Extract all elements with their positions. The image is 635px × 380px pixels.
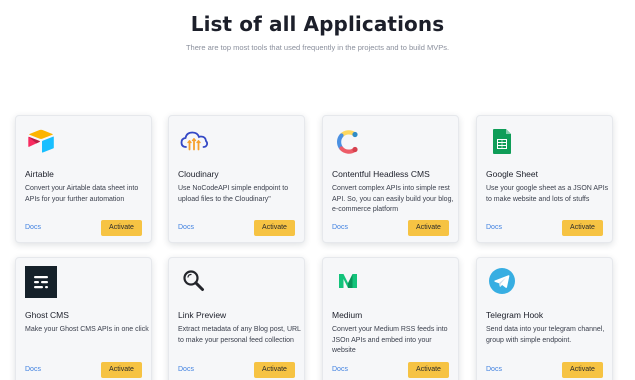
activate-button[interactable]: Activate (562, 362, 603, 378)
app-title: Contentful Headless CMS (332, 169, 430, 179)
app-card-cloudinary: Cloudinary Use NoCodeAPI simple endpoint… (168, 115, 305, 243)
activate-button[interactable]: Activate (101, 362, 142, 378)
app-description: Convert your Medium RSS feeds into JSOn … (332, 326, 448, 354)
app-card-telegram-hook: Telegram Hook Send data into your telegr… (476, 257, 613, 380)
app-description: Extract metadata of any Blog post, URL t… (178, 326, 301, 344)
telegram-icon (487, 266, 517, 296)
app-description: Use NoCodeAPI simple endpoint to upload … (178, 185, 289, 203)
docs-link[interactable]: Docs (486, 366, 502, 373)
app-card-link-preview: Link Preview Extract metadata of any Blo… (168, 257, 305, 380)
app-description: Make your Ghost CMS APIs in one click (25, 326, 149, 333)
app-title: Airtable (25, 169, 54, 179)
app-title: Ghost CMS (25, 310, 69, 320)
app-title: Google Sheet (486, 169, 538, 179)
docs-link[interactable]: Docs (178, 224, 194, 231)
app-description: Convert your Airtable data sheet into AP… (25, 185, 139, 203)
activate-button[interactable]: Activate (254, 220, 295, 236)
docs-link[interactable]: Docs (178, 366, 194, 373)
docs-link[interactable]: Docs (332, 366, 348, 373)
app-card-medium: Medium Convert your Medium RSS feeds int… (322, 257, 459, 380)
activate-button[interactable]: Activate (254, 362, 295, 378)
app-title: Telegram Hook (486, 310, 544, 320)
app-card-ghost-cms: Ghost CMS Make your Ghost CMS APIs in on… (15, 257, 152, 380)
ghost-icon (25, 266, 57, 298)
activate-button[interactable]: Activate (101, 220, 142, 236)
page-title: List of all Applications (190, 12, 445, 36)
app-card-google-sheet: Google Sheet Use your google sheet as a … (476, 115, 613, 243)
app-title: Medium (332, 310, 363, 320)
airtable-icon (26, 126, 56, 156)
docs-link[interactable]: Docs (25, 366, 41, 373)
cloudinary-icon (179, 126, 209, 156)
docs-link[interactable]: Docs (332, 224, 348, 231)
medium-icon (333, 266, 363, 296)
app-description: Send data into your telegram channel, gr… (486, 326, 605, 344)
contentful-icon (333, 126, 363, 156)
page-subtitle: There are top most tools that used frequ… (185, 43, 450, 52)
activate-button[interactable]: Activate (562, 220, 603, 236)
docs-link[interactable]: Docs (25, 224, 41, 231)
docs-link[interactable]: Docs (486, 224, 502, 231)
activate-button[interactable]: Activate (408, 220, 449, 236)
google-sheets-icon (487, 126, 517, 156)
app-description: Use your google sheet as a JSON APIs to … (486, 185, 609, 203)
activate-button[interactable]: Activate (408, 362, 449, 378)
app-title: Cloudinary (178, 169, 219, 179)
magnifier-icon (179, 266, 209, 296)
app-title: Link Preview (178, 310, 227, 320)
app-card-airtable: Airtable Convert your Airtable data shee… (15, 115, 152, 243)
app-description: Convert complex APIs into simple rest AP… (332, 185, 454, 213)
app-card-contentful: Contentful Headless CMS Convert complex … (322, 115, 459, 243)
